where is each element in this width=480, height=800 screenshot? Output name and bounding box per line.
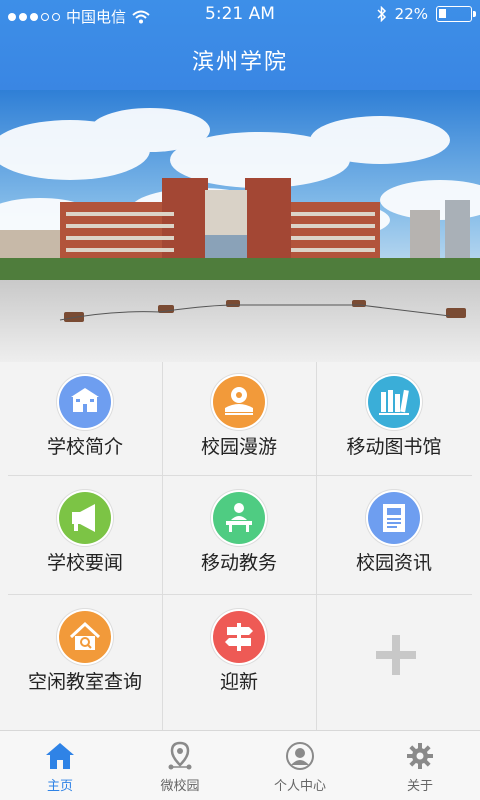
grid-item-campus-info[interactable]: 校园资讯	[317, 478, 471, 593]
grid-item-label: 空闲教室查询	[27, 671, 142, 693]
grid-item-label: 校园资讯	[355, 552, 432, 574]
tab-personal-center[interactable]: 个人中心	[240, 731, 360, 800]
grid-item-welcome[interactable]: 迎新	[162, 597, 316, 712]
grid-item-label: 学校简介	[46, 436, 123, 458]
library-books-icon	[368, 376, 420, 428]
grid-item-add[interactable]	[317, 597, 471, 712]
tab-home[interactable]: 主页	[0, 731, 120, 800]
user-icon	[286, 742, 314, 770]
tab-label: 个人中心	[273, 779, 326, 794]
grid-item-label: 移动教务	[200, 552, 277, 574]
grid-item-mobile-academic[interactable]: 移动教务	[162, 478, 316, 593]
map-pin-icon	[168, 741, 192, 770]
function-grid: 学校简介 校园漫游 移动图书馆 学校要闻 移动教务 校园资讯 空闲教室查询 迎新	[0, 362, 480, 730]
status-bar: 中国电信 5:21 AM 22%	[0, 0, 480, 30]
megaphone-icon	[59, 492, 111, 544]
campus-banner-image[interactable]	[0, 90, 480, 362]
grid-item-label: 移动图书馆	[346, 436, 442, 458]
tab-label: 主页	[46, 779, 73, 794]
app-header: 中国电信 5:21 AM 22% 滨州学院	[0, 0, 480, 90]
tab-about[interactable]: 关于	[360, 731, 480, 800]
battery-icon	[436, 6, 476, 22]
grid-item-label: 迎新	[219, 671, 258, 693]
home-search-icon	[59, 611, 111, 663]
grid-divider	[8, 594, 472, 595]
grid-item-school-news[interactable]: 学校要闻	[8, 478, 162, 593]
tab-label: 关于	[406, 779, 433, 794]
grid-item-free-classroom[interactable]: 空闲教室查询	[8, 597, 162, 712]
signpost-icon	[213, 611, 265, 663]
grid-item-label: 学校要闻	[46, 552, 123, 574]
bluetooth-icon	[377, 6, 386, 22]
home-icon	[46, 743, 74, 769]
school-building-icon	[59, 376, 111, 428]
grid-item-campus-tour[interactable]: 校园漫游	[162, 362, 316, 477]
grid-item-school-intro[interactable]: 学校简介	[8, 362, 162, 477]
gear-icon	[407, 743, 433, 769]
tab-micro-campus[interactable]: 微校园	[120, 731, 240, 800]
page-title: 滨州学院	[191, 50, 288, 75]
tab-label: 微校园	[160, 779, 200, 794]
teacher-desk-icon	[213, 492, 265, 544]
campus-tour-icon	[213, 376, 265, 428]
tab-bar: 主页 微校园 个人中心 关于	[0, 730, 480, 800]
plus-icon	[376, 635, 416, 675]
battery-percent: 22%	[394, 5, 428, 23]
grid-item-mobile-library[interactable]: 移动图书馆	[317, 362, 471, 477]
grid-item-label: 校园漫游	[200, 436, 277, 458]
newspaper-icon	[368, 492, 420, 544]
